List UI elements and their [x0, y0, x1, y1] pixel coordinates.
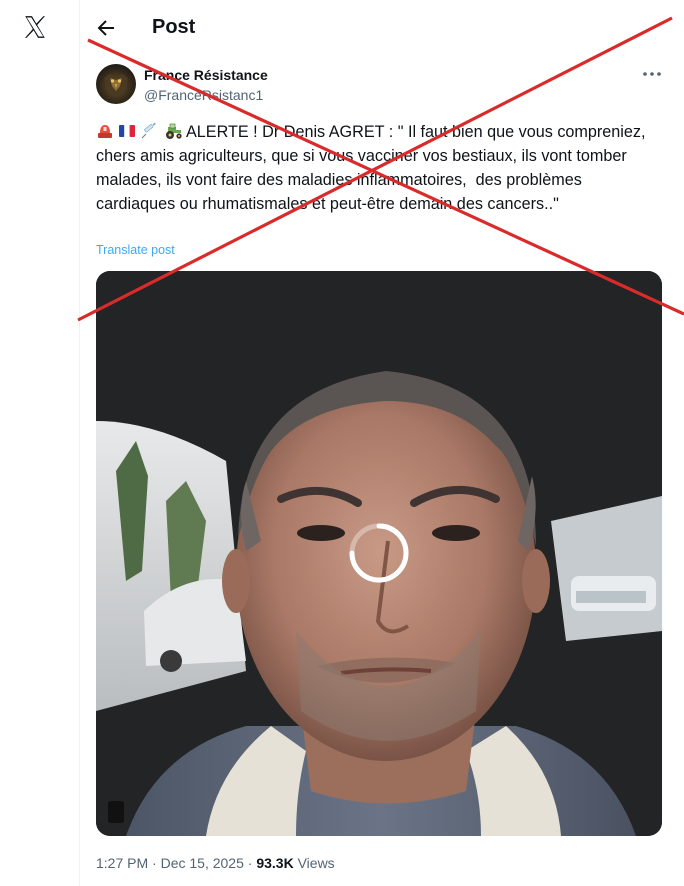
views-label: Views — [297, 855, 335, 871]
meta-separator-2: · — [247, 855, 253, 871]
tractor-emoji — [166, 123, 182, 139]
translate-post-link[interactable]: Translate post — [96, 243, 175, 257]
author-handle[interactable]: @FranceRsistanc1 — [144, 86, 263, 104]
meta-separator: · — [152, 855, 157, 871]
eagle-avatar-image — [104, 74, 128, 97]
video-player[interactable] — [96, 271, 662, 836]
post-meta: 1:27 PM · Dec 15, 2025 · 93.3K Views — [96, 854, 335, 872]
page-title: Post — [152, 16, 196, 38]
tweet-text: ALERTE ! Dr Denis AGRET : " Il faut bien… — [96, 120, 662, 216]
post-date[interactable]: Dec 15, 2025 — [161, 855, 244, 871]
police-light-emoji — [98, 125, 112, 138]
tweet-emojis — [96, 122, 184, 140]
video-frame — [96, 271, 662, 836]
author-display-name[interactable]: France Résistance — [144, 66, 268, 84]
camera-notch — [108, 801, 124, 823]
x-logo-icon[interactable] — [22, 14, 48, 40]
france-flag-emoji — [119, 124, 135, 138]
views-count: 93.3K — [256, 855, 294, 871]
syringe-emoji — [141, 122, 156, 139]
sidebar-divider — [79, 0, 80, 886]
arrow-left-icon[interactable] — [94, 16, 118, 40]
more-horizontal-icon[interactable] — [641, 66, 663, 82]
avatar[interactable] — [96, 64, 136, 104]
post-time[interactable]: 1:27 PM — [96, 855, 148, 871]
